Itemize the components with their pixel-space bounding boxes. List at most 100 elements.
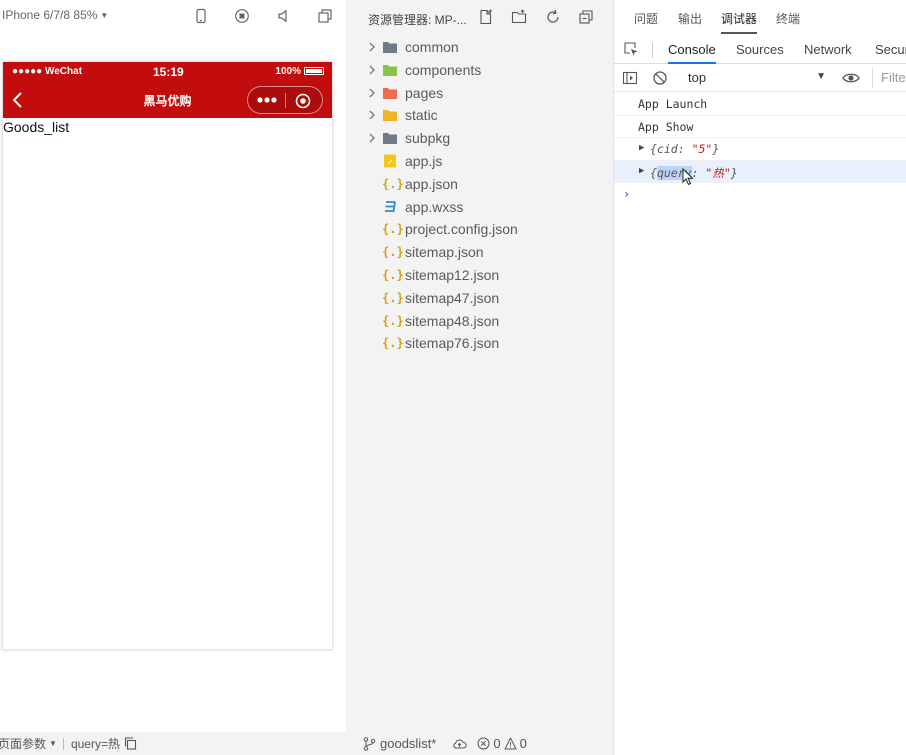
branch-name[interactable]: goodslist*: [380, 736, 436, 751]
console-object-line[interactable]: ▶ {query: "热"}: [614, 160, 906, 183]
chevron-right-icon[interactable]: [367, 132, 377, 144]
filter-input[interactable]: Filter: [872, 68, 906, 88]
tab-sources[interactable]: Sources: [736, 42, 784, 64]
status-time: 15:19: [153, 65, 184, 79]
caret-down-icon[interactable]: ▼: [49, 739, 57, 748]
file-tree-item[interactable]: {.} sitemap47.json: [346, 287, 613, 310]
detach-window-icon[interactable]: [317, 8, 333, 24]
file-tree-item[interactable]: app.js: [346, 150, 613, 173]
console-output: App Launch App Show ▶ {cid: "5"} ▶ {quer…: [614, 93, 906, 206]
inspect-element-icon[interactable]: [623, 41, 639, 57]
file-tree-label: app.json: [405, 175, 458, 192]
file-tree-label: sitemap12.json: [405, 266, 500, 283]
page-params-label[interactable]: 页面参数: [0, 735, 46, 752]
console-log-line: App Show: [614, 116, 906, 138]
file-tree-item[interactable]: components: [346, 59, 613, 82]
folder-icon: [383, 42, 397, 53]
file-tree-item[interactable]: {.} project.config.json: [346, 218, 613, 241]
copy-icon[interactable]: [124, 737, 137, 750]
debugger-panel: 问题 输出 调试器 终端 Console Sources Network Sec…: [613, 0, 906, 755]
file-tree-label: sitemap.json: [405, 244, 484, 261]
battery-icon: [304, 67, 324, 75]
file-tree-item[interactable]: pages: [346, 82, 613, 105]
bottom-panel-tabs: 问题 输出 调试器 终端: [614, 0, 906, 36]
device-label: IPhone 6/7/8 85%: [2, 8, 98, 22]
tab-problems[interactable]: 问题: [634, 10, 658, 32]
tab-debugger[interactable]: 调试器: [721, 10, 758, 34]
folder-icon: [383, 133, 397, 145]
tab-output[interactable]: 输出: [678, 10, 702, 32]
object-key: cid: [656, 142, 678, 156]
eye-icon[interactable]: [842, 70, 860, 86]
more-dots-icon[interactable]: [256, 93, 278, 107]
file-tree-item[interactable]: {.} sitemap.json: [346, 241, 613, 264]
simulator-panel: IPhone 6/7/8 85% ▼ ●●●●● WeChat 15:19 100…: [0, 0, 346, 732]
sound-icon[interactable]: [276, 8, 292, 24]
caret-down-icon: ▼: [100, 11, 109, 20]
object-value: "热": [705, 165, 731, 180]
context-select[interactable]: top ▼: [688, 68, 826, 88]
record-icon[interactable]: [234, 8, 250, 24]
device-select[interactable]: IPhone 6/7/8 85% ▼: [2, 8, 108, 22]
expand-triangle-icon[interactable]: ▶: [639, 166, 644, 176]
file-tree-item[interactable]: subpkg: [346, 127, 613, 150]
file-tree-item[interactable]: {.} app.json: [346, 173, 613, 196]
refresh-icon[interactable]: [545, 9, 561, 25]
console-object-line[interactable]: ▶ {cid: "5"}: [614, 138, 906, 161]
error-count: 0: [493, 736, 501, 751]
navigation-bar: 黑马优购: [3, 82, 332, 118]
devtools-tabs: Console Sources Network Securi: [614, 36, 906, 64]
footer-divider: [62, 737, 64, 750]
new-folder-icon[interactable]: [511, 9, 527, 25]
warning-count: 0: [519, 736, 527, 751]
chevron-right-icon[interactable]: [367, 87, 377, 99]
tab-security[interactable]: Securi: [875, 42, 906, 64]
file-tree-label: app.wxss: [405, 198, 464, 215]
file-tree-item[interactable]: {.} sitemap76.json: [346, 332, 613, 355]
css-file-icon: [385, 200, 396, 212]
file-tree-item[interactable]: static: [346, 104, 613, 127]
clear-console-icon[interactable]: [652, 70, 668, 86]
caret-down-icon: ▼: [816, 71, 826, 82]
simulator-footer: 页面参数 ▼ query=热: [0, 732, 346, 755]
json-file-icon: {.}: [382, 267, 404, 282]
json-file-icon: {.}: [382, 245, 404, 260]
capsule-menu[interactable]: [247, 86, 323, 114]
file-tree: common components pages static subpkg app.js{…: [346, 36, 613, 355]
file-tree-label: project.config.json: [405, 221, 518, 238]
object-preview: {cid: "5"}: [650, 142, 720, 156]
json-file-icon: {.}: [382, 336, 404, 351]
ide-window: IPhone 6/7/8 85% ▼ ●●●●● WeChat 15:19 100…: [0, 0, 906, 755]
warning-icon[interactable]: [504, 737, 517, 750]
capsule-divider: [285, 93, 286, 108]
file-tree-item[interactable]: {.} sitemap48.json: [346, 310, 613, 333]
cloud-sync-icon[interactable]: [452, 737, 467, 751]
file-tree-item[interactable]: app.wxss: [346, 196, 613, 219]
sidebar-toggle-icon[interactable]: [622, 70, 638, 86]
mouse-cursor-icon: [682, 168, 694, 186]
tab-network[interactable]: Network: [804, 42, 852, 64]
tab-terminal[interactable]: 终端: [776, 10, 800, 32]
chevron-right-icon[interactable]: [367, 41, 377, 53]
error-icon[interactable]: [477, 737, 490, 750]
collapse-all-icon[interactable]: [578, 9, 594, 25]
phone-icon[interactable]: [193, 8, 209, 24]
chevron-right-icon[interactable]: [367, 64, 377, 76]
json-file-icon: {.}: [382, 290, 404, 305]
file-tree-item[interactable]: common: [346, 36, 613, 59]
console-prompt-line[interactable]: ›: [614, 183, 906, 206]
close-miniprogram-icon[interactable]: [295, 93, 311, 109]
chevron-right-icon[interactable]: [367, 109, 377, 121]
expand-triangle-icon[interactable]: ▶: [639, 143, 644, 153]
file-tree-item[interactable]: {.} sitemap12.json: [346, 264, 613, 287]
new-file-icon[interactable]: [478, 9, 494, 25]
battery-label: 100%: [275, 66, 301, 77]
console-toolbar: top ▼ Filter: [614, 64, 906, 92]
explorer-header: 资源管理器: MP-...: [346, 0, 613, 34]
file-tree-label: pages: [405, 84, 444, 101]
json-file-icon: {.}: [382, 313, 404, 328]
git-branch-icon[interactable]: [363, 736, 376, 751]
prompt-chevron-icon: ›: [623, 187, 631, 201]
components-folder-icon: [383, 64, 397, 76]
tab-console[interactable]: Console: [668, 42, 716, 64]
